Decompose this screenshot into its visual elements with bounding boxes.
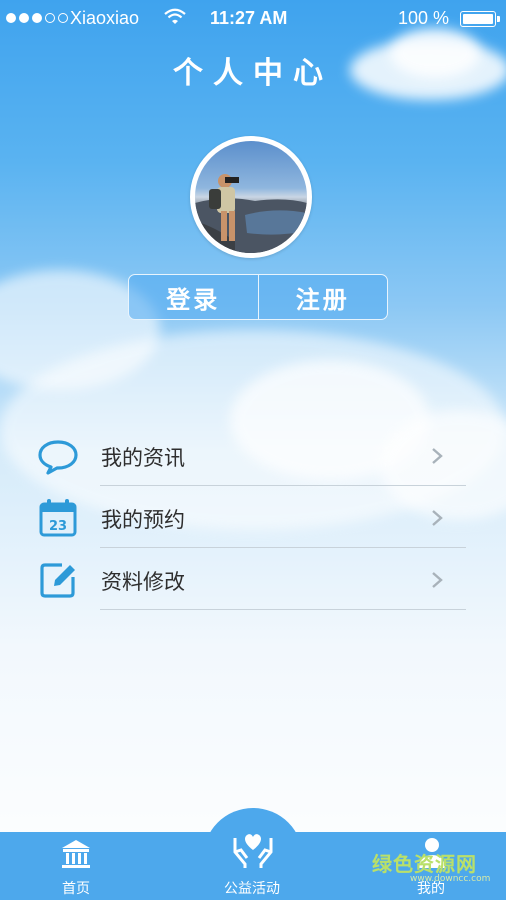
chevron-right-icon [432,510,443,526]
avatar-photo [195,174,307,253]
menu-item-label: 资料修改 [101,570,185,594]
tab-charity-label: 公益活动 [224,881,280,897]
battery-tip [497,16,500,22]
carrier-name: Xiaoxiao [70,8,140,28]
divider [100,609,466,610]
battery-percentage: 100 % [398,8,450,28]
battery-icon [460,11,496,27]
calendar-icon: 23 [39,499,77,537]
register-button[interactable]: 注册 [257,275,388,319]
menu-item-edit-profile[interactable]: 资料修改 [0,548,506,610]
login-button[interactable]: 登录 [129,275,258,319]
watermark-url: www.downcc.com [410,874,491,884]
watermark-logo: 绿色资源网 [372,852,477,876]
menu-item-my-news[interactable]: 我的资讯 [0,424,506,486]
menu-list: 我的资讯 23 我的预约 资料修改 [0,424,506,610]
chevron-right-icon [432,572,443,588]
menu-item-my-appointments[interactable]: 23 我的预约 [0,486,506,548]
tab-charity[interactable]: 公益活动 [213,832,293,900]
tab-home[interactable]: 首页 [46,832,106,900]
chevron-right-icon [432,448,443,464]
edit-icon [40,563,75,598]
page-title: 个人中心 [173,56,333,91]
wifi-icon [164,8,186,24]
bank-icon [62,840,90,868]
menu-item-label: 我的资讯 [101,446,185,470]
avatar[interactable] [190,136,312,258]
chat-bubble-icon [38,440,78,475]
signal-strength-icon [6,13,68,23]
clock: 11:27 AM [210,8,288,28]
auth-button-group: 登录 注册 [128,274,388,320]
hands-heart-icon [233,834,273,868]
menu-item-label: 我的预约 [101,508,185,532]
status-bar: Xiaoxiao 11:27 AM 100 % [0,0,506,36]
calendar-badge: 23 [49,519,67,534]
tab-home-label: 首页 [62,881,90,897]
